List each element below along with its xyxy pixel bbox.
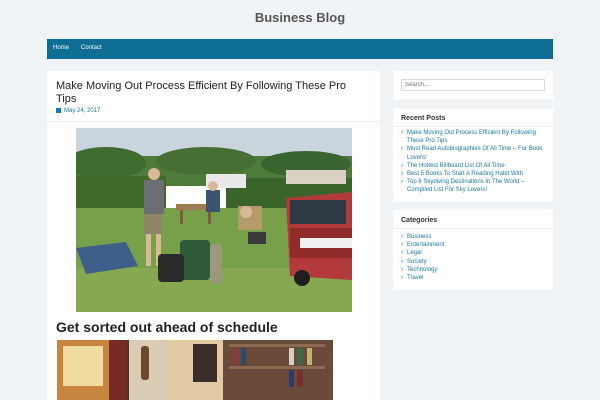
widget-divider: [393, 126, 553, 127]
category-link[interactable]: Entertainment: [401, 241, 549, 249]
post-article: Make Moving Out Process Efficient By Fol…: [47, 71, 380, 400]
search-widget: [393, 71, 553, 100]
widget-divider: [393, 228, 553, 229]
site-title[interactable]: Business Blog: [0, 10, 600, 25]
recent-post-link[interactable]: Best 5 Books To Start A Reading Habit Wi…: [401, 170, 549, 178]
section-heading: Get sorted out ahead of schedule: [56, 319, 278, 335]
post-date-text[interactable]: May 24, 2017: [64, 108, 100, 114]
recent-posts-widget: Recent Posts Make Moving Out Process Eff…: [393, 108, 553, 202]
recent-posts-list: Make Moving Out Process Efficient By Fol…: [401, 129, 549, 195]
divider: [47, 121, 380, 122]
recent-post-link[interactable]: Must Read Autobiographies Of All Time – …: [401, 145, 549, 161]
category-link[interactable]: Business: [401, 233, 549, 241]
camping-photo: [76, 128, 352, 312]
main-nav: Home Contact: [47, 39, 553, 59]
recent-post-link[interactable]: Make Moving Out Process Efficient By Fol…: [401, 129, 549, 145]
room-photo: [57, 340, 333, 400]
category-link[interactable]: Society: [401, 258, 549, 266]
categories-widget: Categories Business Entertainment Legal …: [393, 210, 553, 290]
nav-item-home[interactable]: Home: [53, 45, 69, 51]
recent-post-link[interactable]: The Hottest Billboard List Of All Time: [401, 162, 549, 170]
post-date: May 24, 2017: [56, 108, 100, 114]
search-input[interactable]: [401, 79, 545, 91]
category-link[interactable]: Travel: [401, 274, 549, 282]
post-title[interactable]: Make Moving Out Process Efficient By Fol…: [56, 80, 356, 106]
category-link[interactable]: Legal: [401, 249, 549, 257]
categories-list: Business Entertainment Legal Society Tec…: [401, 233, 549, 282]
recent-posts-title: Recent Posts: [401, 115, 446, 122]
recent-post-link[interactable]: Top 6 Skydiving Destinations In The Worl…: [401, 178, 549, 194]
calendar-icon: [56, 108, 61, 113]
categories-title: Categories: [401, 217, 438, 224]
nav-item-contact[interactable]: Contact: [81, 45, 102, 51]
category-link[interactable]: Technology: [401, 266, 549, 274]
